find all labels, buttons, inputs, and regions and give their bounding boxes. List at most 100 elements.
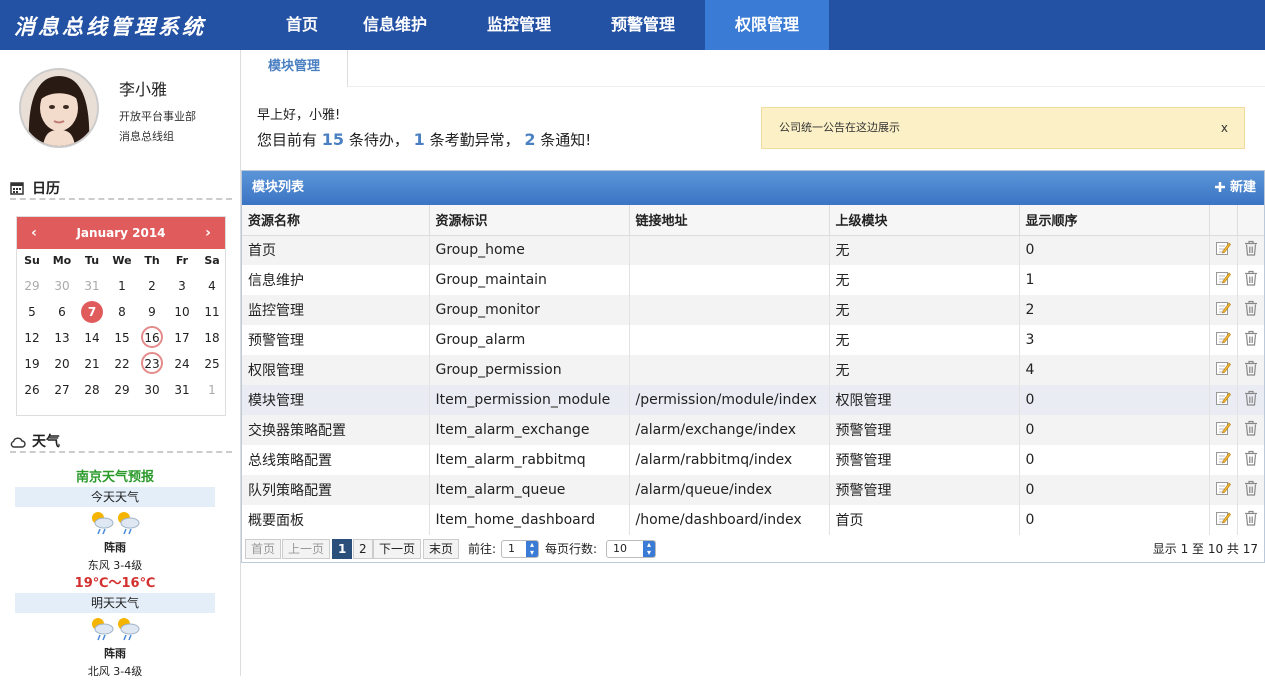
trash-icon[interactable] (1237, 295, 1264, 325)
panel-header: 模块列表 新建 (242, 171, 1264, 205)
next-page-button[interactable]: 下一页 (373, 539, 422, 559)
column-header-url[interactable]: 链接地址 (629, 205, 830, 236)
trash-icon[interactable] (1237, 235, 1264, 265)
trash-icon[interactable] (1237, 265, 1264, 295)
calendar-day[interactable]: 30 (137, 377, 167, 403)
calendar-day[interactable]: 15 (107, 325, 137, 351)
table-row[interactable]: 队列策略配置 Item_alarm_queue/alarm/queue/index… (242, 475, 1264, 505)
calendar-day[interactable]: 1 (197, 377, 227, 403)
edit-icon[interactable] (1209, 325, 1238, 355)
table-row[interactable]: 首页 Group_home 无 0 (242, 235, 1264, 265)
last-page-button[interactable]: 末页 (423, 539, 460, 559)
weather-tomorrow-label: 明天天气 (15, 593, 215, 613)
nav-item-permission[interactable]: 权限管理 (705, 0, 829, 50)
trash-icon[interactable] (1237, 475, 1264, 505)
column-header-edit (1209, 205, 1238, 236)
calendar-day[interactable]: 9 (137, 299, 167, 325)
table-row[interactable]: 权限管理 Group_permission 无 4 (242, 355, 1264, 385)
calendar-prev-button[interactable]: ‹ (21, 217, 47, 249)
calendar-day[interactable]: 22 (107, 351, 137, 377)
greeting-line: 早上好，小雅! (257, 108, 341, 123)
calendar-day[interactable]: 3 (167, 273, 197, 299)
calendar-day[interactable]: 28 (77, 377, 107, 403)
calendar-day[interactable]: 21 (77, 351, 107, 377)
calendar-day[interactable]: 16 (137, 325, 167, 351)
table-row[interactable]: 总线策略配置 Item_alarm_rabbitmq/alarm/rabbitmq… (242, 445, 1264, 475)
column-header-id[interactable]: 资源标识 (429, 205, 630, 236)
calendar-day[interactable]: 30 (47, 273, 77, 299)
calendar-day[interactable]: 23 (137, 351, 167, 377)
calendar-day[interactable]: 10 (167, 299, 197, 325)
prev-page-button[interactable]: 上一页 (282, 539, 331, 559)
edit-icon[interactable] (1209, 505, 1238, 535)
calendar-day[interactable]: 18 (197, 325, 227, 351)
page-1-button[interactable]: 1 (332, 539, 353, 559)
todo-count[interactable]: 15 (322, 130, 344, 149)
calendar-day[interactable]: 1 (107, 273, 137, 299)
calendar-day-number: 30 (144, 383, 160, 397)
table-row[interactable]: 预警管理 Group_alarm 无 3 (242, 325, 1264, 355)
table-row[interactable]: 信息维护 Group_maintain 无 1 (242, 265, 1264, 295)
column-header-parent[interactable]: 上级模块 (829, 205, 1020, 236)
notice-count[interactable]: 2 (524, 130, 535, 149)
calendar-day[interactable]: 4 (197, 273, 227, 299)
trash-icon[interactable] (1237, 505, 1264, 535)
calendar-day[interactable]: 2 (137, 273, 167, 299)
edit-icon[interactable] (1209, 445, 1238, 475)
edit-icon[interactable] (1209, 355, 1238, 385)
close-announcement-button[interactable]: x (1221, 108, 1228, 148)
tab-module-management[interactable]: 模块管理 (241, 50, 348, 87)
nav-item-monitor[interactable]: 监控管理 (457, 0, 581, 50)
trash-icon[interactable] (1237, 415, 1264, 445)
new-button[interactable]: 新建 (1215, 171, 1256, 205)
page-size-select[interactable]: 10 ▴ ▾ (606, 540, 656, 558)
edit-icon[interactable] (1209, 265, 1238, 295)
table-row[interactable]: 监控管理 Group_monitor 无 2 (242, 295, 1264, 325)
column-header-order[interactable]: 显示顺序 (1019, 205, 1210, 236)
table-row[interactable]: 交换器策略配置 Item_alarm_exchange/alarm/exchang… (242, 415, 1264, 445)
calendar-day-today[interactable]: 7 (77, 299, 107, 325)
trash-icon[interactable] (1237, 385, 1264, 415)
column-header-delete (1237, 205, 1264, 236)
calendar-day[interactable]: 31 (77, 273, 107, 299)
calendar-header: ‹ January 2014 › (17, 217, 225, 249)
calendar-day[interactable]: 20 (47, 351, 77, 377)
edit-icon[interactable] (1209, 475, 1238, 505)
table-row[interactable]: 模块管理 Item_permission_module/permission/mo… (242, 385, 1264, 415)
calendar-day[interactable]: 24 (167, 351, 197, 377)
calendar-next-button[interactable]: › (195, 217, 221, 249)
calendar-day[interactable]: 5 (17, 299, 47, 325)
calendar-day[interactable]: 26 (17, 377, 47, 403)
avatar (19, 68, 99, 148)
trash-icon[interactable] (1237, 325, 1264, 355)
page-2-button[interactable]: 2 (353, 539, 373, 559)
table-row[interactable]: 概要面板 Item_home_dashboard/home/dashboard/i… (242, 505, 1264, 535)
edit-icon[interactable] (1209, 295, 1238, 325)
trash-icon[interactable] (1237, 445, 1264, 475)
calendar-day[interactable]: 14 (77, 325, 107, 351)
edit-icon[interactable] (1209, 235, 1238, 265)
goto-page-select[interactable]: 1 ▴ ▾ (501, 540, 539, 558)
calendar-day[interactable]: 17 (167, 325, 197, 351)
calendar-day[interactable]: 25 (197, 351, 227, 377)
calendar-day[interactable]: 31 (167, 377, 197, 403)
attendance-count[interactable]: 1 (414, 130, 425, 149)
nav-item-alarm[interactable]: 预警管理 (581, 0, 705, 50)
calendar-day[interactable]: 12 (17, 325, 47, 351)
calendar-day[interactable]: 19 (17, 351, 47, 377)
calendar-day[interactable]: 11 (197, 299, 227, 325)
calendar-day[interactable]: 29 (17, 273, 47, 299)
nav-item-info[interactable]: 信息维护 (333, 0, 457, 50)
edit-icon[interactable] (1209, 415, 1238, 445)
edit-icon[interactable] (1209, 385, 1238, 415)
calendar-day[interactable]: 8 (107, 299, 137, 325)
calendar-day[interactable]: 29 (107, 377, 137, 403)
column-header-name[interactable]: 资源名称 (242, 205, 430, 236)
trash-icon[interactable] (1237, 355, 1264, 385)
calendar-day[interactable]: 13 (47, 325, 77, 351)
calendar-day[interactable]: 6 (47, 299, 77, 325)
calendar-day[interactable]: 27 (47, 377, 77, 403)
cell-parent: 无 (829, 235, 1020, 265)
first-page-button[interactable]: 首页 (245, 539, 282, 559)
cell-order: 1 (1019, 265, 1210, 295)
